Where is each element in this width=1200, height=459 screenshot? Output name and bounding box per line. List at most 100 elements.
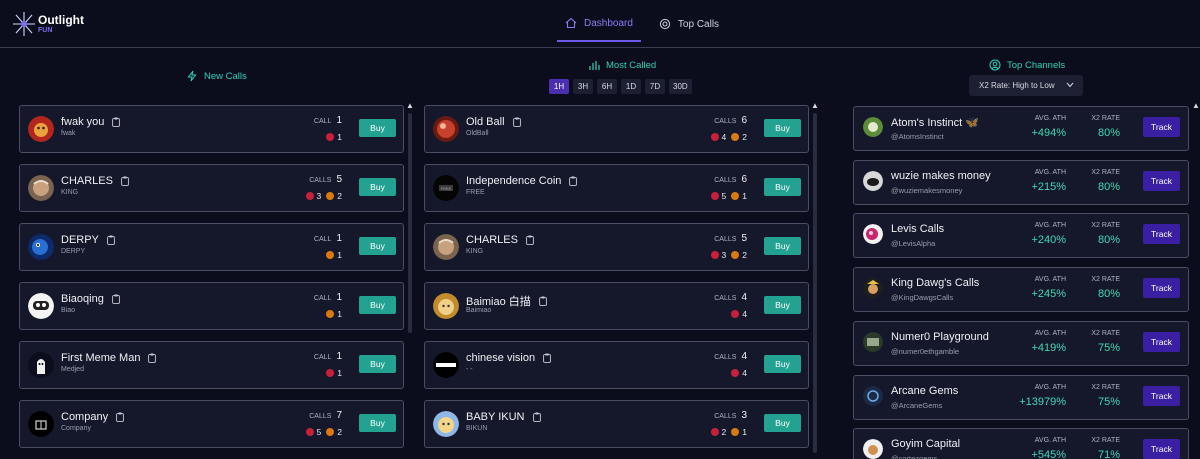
track-button[interactable]: Track [1143, 170, 1180, 191]
token-name: First Meme Man [61, 352, 141, 364]
track-button[interactable]: Track [1143, 224, 1180, 245]
buy-button[interactable]: Buy [764, 119, 801, 137]
copy-icon[interactable] [543, 353, 551, 363]
buy-button[interactable]: Buy [764, 414, 801, 432]
calls-count: CALL 1 [314, 115, 342, 126]
call-breakdown: 4 [726, 368, 747, 378]
calls-label: CALLS [714, 236, 737, 243]
most-called-card[interactable]: chinese vision - - CALLS 4 4 Buy [424, 341, 809, 389]
copy-icon[interactable] [148, 353, 157, 363]
buy-button[interactable]: Buy [764, 178, 801, 196]
call-breakdown: 1 [321, 132, 342, 142]
calls-label: CALLS [714, 413, 737, 420]
buy-button[interactable]: Buy [764, 296, 801, 314]
new-calls-scroll-up-icon[interactable]: ▲ [406, 101, 414, 110]
calls-label: CALL [313, 354, 332, 361]
calls-count: CALLS 4 [714, 351, 747, 362]
channels-scroll-up-icon[interactable]: ▲ [1192, 101, 1200, 110]
most-called-scroll-up-icon[interactable]: ▲ [811, 101, 819, 110]
nav-dashboard[interactable]: Dashboard [557, 6, 641, 42]
orange-dot-icon [326, 310, 335, 318]
most-called-scrollbar[interactable] [813, 113, 817, 453]
timeframe-1h[interactable]: 1H [549, 79, 569, 94]
new-call-card[interactable]: Company Company CALLS 7 5 2 Buy [19, 400, 404, 448]
buy-button[interactable]: Buy [359, 119, 396, 137]
token-name: CHARLES [61, 175, 113, 187]
token-symbol: fwak [61, 130, 76, 137]
copy-icon[interactable] [538, 296, 547, 306]
token-avatar [433, 234, 459, 260]
avg-ath-label: AVG. ATH [1034, 437, 1066, 445]
new-call-card[interactable]: CHARLES KING CALLS 5 3 2 Buy [19, 164, 404, 212]
orange-count: 1 [742, 427, 747, 437]
copy-icon[interactable] [107, 235, 115, 245]
new-calls-scrollbar[interactable] [408, 113, 412, 333]
token-name: Company [61, 411, 109, 423]
track-button[interactable]: Track [1143, 117, 1180, 137]
calls-label: CALLS [714, 177, 737, 184]
red-dot-icon [305, 192, 314, 200]
timeframe-30d[interactable]: 30D [669, 79, 692, 94]
channel-card[interactable]: Levis Calls @LevisAlpha AVG. ATH +240% X2 RA… [853, 213, 1189, 259]
token-name-row: Old Ball [466, 116, 521, 128]
calls-count: CALLS 5 [714, 233, 747, 244]
calls-count: CALLS 4 [714, 292, 747, 303]
token-name-row: fwak you [61, 116, 121, 128]
buy-button[interactable]: Buy [764, 355, 801, 373]
buy-button[interactable]: Buy [359, 296, 396, 314]
calls-label: CALL [313, 118, 332, 125]
channel-name: Levis Calls [891, 223, 945, 236]
copy-icon[interactable] [532, 412, 541, 422]
token-symbol: Company [61, 425, 91, 432]
new-call-card[interactable]: DERPY DERPY CALL 1 1 Buy [19, 223, 404, 271]
track-button[interactable]: Track [1143, 331, 1180, 352]
most-called-card[interactable]: BABY IKUN BIKUN CALLS 3 2 1 Buy [424, 400, 809, 448]
copy-icon[interactable] [569, 176, 578, 186]
channel-card[interactable]: Arcane Gems @ArcaneGems AVG. ATH +13979% X2 … [853, 374, 1189, 420]
new-call-card[interactable]: Biaoqing Biao CALL 1 1 Buy [19, 282, 404, 330]
copy-icon[interactable] [512, 117, 521, 127]
buy-button[interactable]: Buy [359, 414, 396, 432]
channel-card[interactable]: Goyim Capital @cortezgems AVG. ATH +545% X2 … [853, 428, 1189, 459]
copy-icon[interactable] [112, 117, 121, 127]
timeframe-3h[interactable]: 3H [573, 79, 593, 94]
track-button[interactable]: Track [1143, 385, 1180, 406]
nav-top-calls[interactable]: Top Calls [651, 6, 727, 42]
most-called-card[interactable]: Baimiao 白描 Baimiao CALLS 4 4 Buy [424, 282, 809, 330]
most-called-card[interactable]: CHARLES KING CALLS 5 3 2 Buy [424, 223, 809, 271]
track-button[interactable]: Track [1143, 439, 1180, 459]
timeframe-6h[interactable]: 6H [597, 79, 617, 94]
orange-count: 1 [337, 250, 342, 260]
channel-card[interactable]: Numer0 Playground @numer0ethgamble AVG. AT… [853, 320, 1189, 366]
buy-button[interactable]: Buy [359, 355, 396, 373]
copy-icon[interactable] [111, 294, 120, 304]
orange-count: 2 [742, 250, 747, 260]
most-called-card[interactable]: FREE Independence Coin FREE CALLS 6 5 1 Buy [424, 164, 809, 212]
calls-value: 1 [336, 233, 342, 244]
orange-count: 1 [337, 309, 342, 319]
sort-dropdown[interactable]: X2 Rate: High to Low [969, 75, 1083, 96]
buy-button[interactable]: Buy [359, 237, 396, 255]
copy-icon[interactable] [121, 176, 129, 186]
avg-ath-label: AVG. ATH [1034, 329, 1066, 337]
timeframe-1d[interactable]: 1D [621, 79, 641, 94]
new-calls-heading: New Calls [186, 70, 247, 82]
token-name-row: DERPY [61, 234, 115, 246]
token-name: Independence Coin [466, 175, 562, 187]
track-button[interactable]: Track [1143, 278, 1180, 299]
new-call-card[interactable]: First Meme Man Medjed CALL 1 1 Buy [19, 341, 404, 389]
copy-icon[interactable] [116, 412, 124, 422]
copy-icon[interactable] [526, 235, 534, 245]
timeframe-7d[interactable]: 7D [645, 79, 665, 94]
buy-button[interactable]: Buy [359, 178, 396, 196]
call-breakdown: 51 [706, 191, 747, 201]
buy-button[interactable]: Buy [764, 237, 801, 255]
channel-card[interactable]: King Dawg's Calls @KingDawgsCalls AVG. ATH… [853, 267, 1189, 313]
orange-count: 2 [337, 191, 342, 201]
token-name-row: Biaoqing [61, 293, 120, 305]
channel-card[interactable]: wuzie makes money @wuziemakesmoney AVG. AT… [853, 159, 1189, 205]
most-called-card[interactable]: Old Ball OldBall CALLS 6 4 2 Buy [424, 105, 809, 153]
channel-card[interactable]: Atom's Instinct 🦋 @AtomsInstinct AVG. ATH +… [853, 106, 1189, 151]
brand-logo[interactable]: Outlight FUN [12, 11, 84, 37]
new-call-card[interactable]: fwak you fwak CALL 1 1 Buy [19, 105, 404, 153]
